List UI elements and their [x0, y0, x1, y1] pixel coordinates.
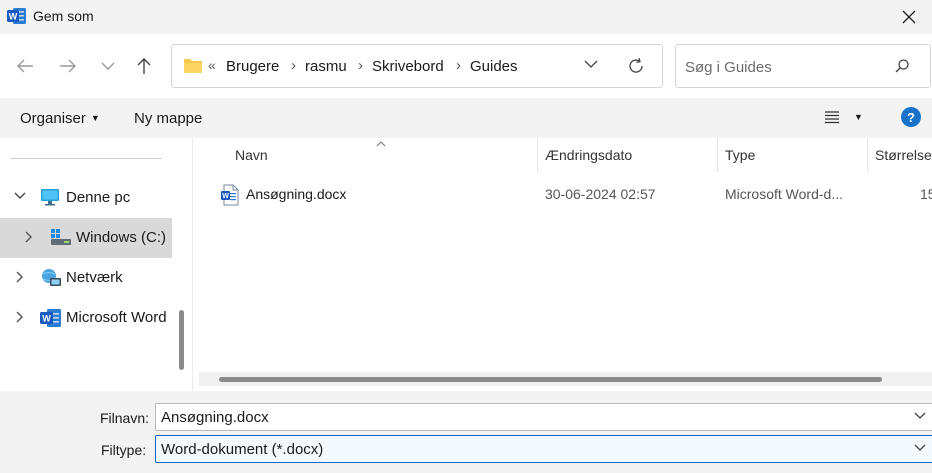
column-divider[interactable]: [867, 138, 868, 172]
table-row[interactable]: W Ansøgning.docx 30-06-2024 02:57 Micros…: [215, 182, 932, 208]
word-document-icon: W: [221, 184, 239, 206]
sidebar-item-label: Netværk: [66, 269, 123, 286]
filetype-select[interactable]: Word-dokument (*.docx): [155, 435, 932, 463]
sidebar-scrollbar[interactable]: [179, 310, 184, 370]
breadcrumb-brugere[interactable]: Brugere: [226, 58, 279, 75]
network-icon: [42, 269, 61, 286]
help-button[interactable]: ?: [901, 107, 921, 127]
command-bar: Organiser ▼ Ny mappe ▼ ?: [0, 98, 932, 138]
window-title: Gem som: [33, 8, 94, 24]
sidebar-item-microsoft-word[interactable]: W Microsoft Word: [0, 298, 172, 338]
filetype-label: Filtype:: [101, 442, 147, 458]
divider: [10, 158, 162, 159]
svg-text:W: W: [222, 193, 229, 200]
breadcrumb-rasmu[interactable]: rasmu: [305, 58, 347, 75]
search-icon[interactable]: [894, 58, 910, 74]
arrow-up-icon: [137, 58, 151, 74]
breadcrumb-skrivebord[interactable]: Skrivebord: [372, 58, 444, 75]
sidebar-item-label: Windows (C:): [76, 229, 167, 246]
title-bar: W Gem som: [0, 0, 932, 34]
filetype-value[interactable]: Word-dokument (*.docx): [161, 441, 323, 458]
navigation-bar: « Brugere › rasmu › Skrivebord › Guides …: [0, 34, 932, 98]
word-icon: W: [40, 309, 61, 327]
chevron-down-icon: [101, 62, 115, 70]
caret-down-icon[interactable]: ▼: [854, 112, 863, 122]
file-list: Navn Ændringsdato Type Størrelse W Ansøg…: [193, 138, 932, 391]
chevron-down-icon[interactable]: [914, 444, 926, 452]
sidebar-item-label: Denne pc: [66, 189, 131, 206]
column-divider[interactable]: [537, 138, 538, 172]
view-options-icon[interactable]: [824, 110, 840, 124]
recent-locations-button[interactable]: [94, 52, 122, 80]
close-button[interactable]: [886, 0, 932, 34]
scrollbar-thumb[interactable]: [219, 377, 882, 382]
forward-button[interactable]: [54, 52, 82, 80]
column-header-size[interactable]: Størrelse: [875, 147, 932, 169]
column-header-type[interactable]: Type: [725, 147, 755, 169]
up-button[interactable]: [130, 52, 158, 80]
breadcrumb-guides[interactable]: Guides: [470, 58, 518, 75]
chevron-right-icon[interactable]: [16, 311, 24, 326]
breadcrumb-separator[interactable]: ›: [358, 57, 363, 74]
chevron-right-icon[interactable]: [16, 271, 24, 286]
monitor-icon: [41, 189, 59, 206]
close-icon: [902, 10, 916, 24]
column-header-date[interactable]: Ændringsdato: [545, 147, 632, 169]
column-divider[interactable]: [717, 138, 718, 172]
file-type: Microsoft Word-d...: [725, 186, 843, 202]
folder-icon: [184, 59, 202, 73]
organise-label: Organiser: [20, 110, 86, 127]
breadcrumb-separator[interactable]: ›: [456, 57, 461, 74]
address-overflow[interactable]: «: [208, 57, 216, 73]
sidebar-item-netvaerk[interactable]: Netværk: [0, 258, 172, 298]
search-input[interactable]: Søg i Guides: [685, 59, 772, 76]
back-button[interactable]: [11, 52, 39, 80]
file-size: 15: [920, 186, 932, 202]
svg-text:W: W: [42, 314, 51, 324]
file-name: Ansøgning.docx: [246, 186, 347, 202]
horizontal-scrollbar[interactable]: [199, 372, 932, 386]
breadcrumb-separator[interactable]: ›: [291, 57, 296, 74]
column-header-name[interactable]: Navn: [235, 147, 268, 169]
arrow-left-icon: [17, 59, 33, 73]
filename-field[interactable]: Ansøgning.docx: [155, 403, 932, 431]
chevron-down-icon[interactable]: [584, 59, 598, 69]
address-bar[interactable]: « Brugere › rasmu › Skrivebord › Guides: [171, 44, 663, 88]
sidebar-item-windows-c[interactable]: Windows (C:): [0, 218, 172, 258]
organise-button[interactable]: Organiser ▼: [20, 110, 100, 127]
filename-label: Filnavn:: [100, 410, 150, 426]
chevron-right-icon[interactable]: [25, 231, 33, 246]
refresh-icon[interactable]: [627, 57, 645, 75]
sidebar-item-label: Microsoft Word: [66, 309, 167, 326]
search-box[interactable]: Søg i Guides: [675, 44, 931, 88]
drive-icon: [51, 229, 71, 245]
arrow-right-icon: [60, 59, 76, 73]
word-icon: W: [7, 8, 26, 24]
chevron-down-icon[interactable]: [14, 191, 26, 203]
sidebar-item-denne-pc[interactable]: Denne pc: [0, 178, 172, 218]
navigation-pane: Denne pc Windows (C:) Netværk W Microsof…: [0, 138, 193, 391]
filename-value[interactable]: Ansøgning.docx: [161, 409, 269, 426]
chevron-down-icon[interactable]: [914, 412, 926, 420]
svg-text:W: W: [9, 12, 18, 22]
sort-ascending-icon: [376, 138, 386, 150]
caret-down-icon: ▼: [90, 113, 100, 123]
file-date: 30-06-2024 02:57: [545, 186, 656, 202]
save-options: Filnavn: Ansøgning.docx Filtype: Word-do…: [0, 391, 932, 473]
new-folder-button[interactable]: Ny mappe: [134, 110, 202, 127]
